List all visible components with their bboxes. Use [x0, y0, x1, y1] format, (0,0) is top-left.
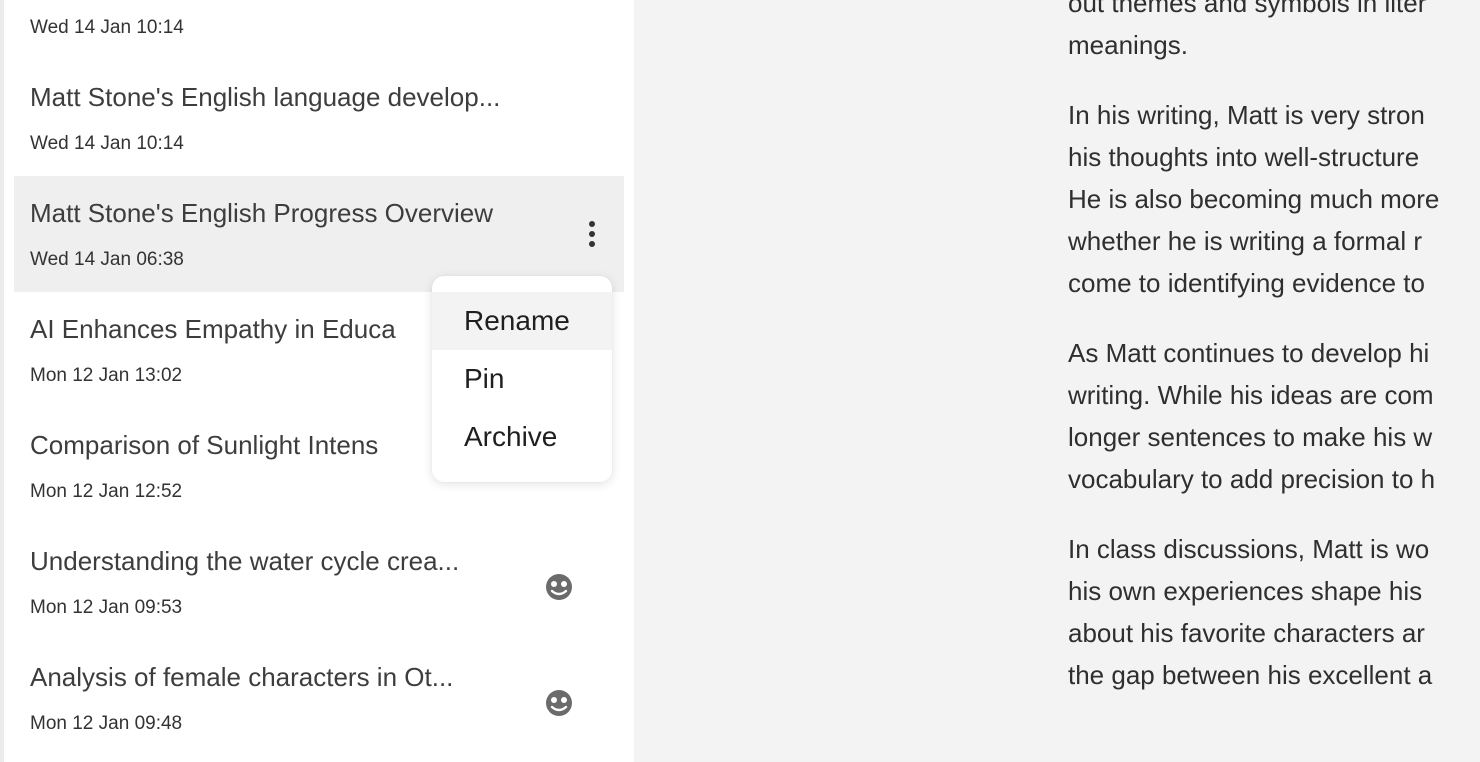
rename-menu-item[interactable]: Rename: [432, 292, 612, 350]
history-item-title: Analysis of female characters in Ot...: [30, 662, 454, 692]
content-paragraph: As Matt continues to develop hi writing.…: [1068, 332, 1480, 500]
content-line: about his favorite characters ar: [1068, 618, 1425, 648]
content-line: come to identifying evidence to: [1068, 268, 1425, 298]
history-item[interactable]: Wed 14 Jan 10:14: [14, 0, 624, 76]
history-item-date: Mon 12 Jan 09:48: [30, 713, 183, 734]
history-item-title: Comparison of Sunlight Intens: [30, 430, 379, 460]
history-item[interactable]: Analysis of female characters in Ot... M…: [14, 656, 624, 762]
content-paragraph: In his writing, Matt is very stron his t…: [1068, 94, 1480, 304]
content-line: meanings.: [1068, 30, 1188, 60]
content-line: As Matt continues to develop hi: [1068, 338, 1430, 368]
history-item[interactable]: Matt Stone's English language develop...…: [14, 76, 624, 192]
content-line: longer sentences to make his w: [1068, 422, 1433, 452]
archive-menu-item[interactable]: Archive: [432, 408, 612, 466]
history-item-date: Wed 14 Jan 06:38: [30, 249, 184, 270]
content-line: the gap between his excellent a: [1068, 660, 1433, 690]
content-line: writing. While his ideas are com: [1068, 380, 1434, 410]
chat-content: out themes and symbols in liter meanings…: [1068, 0, 1480, 762]
history-item-date: Wed 14 Jan 10:14: [30, 17, 184, 38]
content-line: vocabulary to add precision to h: [1068, 464, 1436, 494]
content-line: He is also becoming much more: [1068, 184, 1440, 214]
shared-face-icon: [546, 690, 572, 716]
content-line: out themes and symbols in liter: [1068, 0, 1427, 18]
history-item-date: Mon 12 Jan 12:52: [30, 481, 183, 502]
history-item-date: Mon 12 Jan 09:53: [30, 597, 183, 618]
history-item-title: Matt Stone's English Progress Overview: [30, 198, 494, 228]
history-item-title: Matt Stone's English language develop...: [30, 82, 501, 112]
history-item-title: AI Enhances Empathy in Educa: [30, 314, 396, 344]
content-line: his thoughts into well-structure: [1068, 142, 1420, 172]
content-line: his own experiences shape his: [1068, 576, 1423, 606]
history-item[interactable]: Understanding the water cycle crea... Mo…: [14, 540, 624, 656]
shared-face-icon: [546, 574, 572, 600]
content-paragraph: out themes and symbols in liter meanings…: [1068, 0, 1480, 66]
content-line: whether he is writing a formal r: [1068, 226, 1423, 256]
history-item-date: Mon 12 Jan 13:02: [30, 365, 183, 386]
content-line: In class discussions, Matt is wo: [1068, 534, 1430, 564]
pin-menu-item[interactable]: Pin: [432, 350, 612, 408]
content-line: In his writing, Matt is very stron: [1068, 100, 1425, 130]
context-menu: Rename Pin Archive: [432, 276, 612, 482]
history-item-title: Understanding the water cycle crea...: [30, 546, 460, 576]
history-item-date: Wed 14 Jan 10:14: [30, 133, 184, 154]
chat-history-sidebar: Wed 14 Jan 10:14 Matt Stone's English la…: [4, 0, 634, 762]
content-paragraph: In class discussions, Matt is wo his own…: [1068, 528, 1480, 696]
history-item-selected[interactable]: Matt Stone's English Progress Overview W…: [14, 176, 624, 292]
more-options-icon[interactable]: [582, 220, 602, 248]
